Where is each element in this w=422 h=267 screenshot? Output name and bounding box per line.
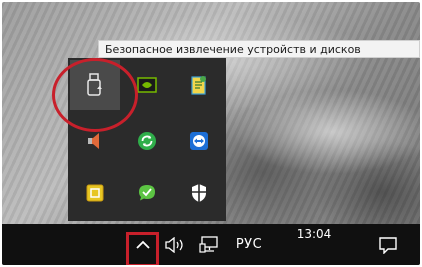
taskbar: РУС 13:04 [2, 224, 420, 265]
speaker-muted-icon [88, 133, 99, 149]
volume-icon [165, 236, 183, 253]
teamviewer-icon [190, 132, 208, 150]
tooltip: Безопасное извлечение устройств и дисков [98, 40, 420, 58]
network-icon [199, 235, 218, 253]
screenshot-frame: Безопасное извлечение устройств и дисков [2, 2, 420, 265]
green-chat-icon [139, 185, 155, 201]
tray-item-sync[interactable] [122, 116, 172, 166]
network-button[interactable] [195, 224, 223, 265]
tray-overflow-flyout [68, 58, 226, 221]
language-indicator[interactable]: РУС [228, 224, 270, 265]
tooltip-text: Безопасное извлечение устройств и дисков [105, 43, 361, 56]
usb-eject-icon [87, 73, 102, 96]
language-label: РУС [235, 237, 263, 252]
volume-button[interactable] [162, 224, 190, 265]
tray-item-note-app[interactable] [70, 168, 120, 218]
annotation-box [126, 232, 159, 265]
sync-refresh-icon [138, 132, 156, 150]
tray-item-security[interactable] [174, 168, 224, 218]
action-center-button[interactable] [368, 224, 408, 265]
tray-item-chat[interactable] [122, 168, 172, 218]
clock-time: 13:04 [296, 227, 332, 241]
notification-icon [379, 236, 397, 254]
tray-item-sound[interactable] [70, 116, 120, 166]
clock[interactable]: 13:04 [290, 224, 338, 265]
notepad-app-icon [191, 76, 206, 95]
tray-item-teamviewer[interactable] [174, 116, 224, 166]
security-shield-icon [192, 184, 206, 202]
note-app-icon [86, 184, 104, 202]
nvidia-icon [137, 77, 157, 93]
tray-item-nvidia[interactable] [122, 60, 172, 110]
tray-item-notepad-app[interactable] [174, 60, 224, 110]
tray-item-safely-remove[interactable] [70, 60, 120, 110]
